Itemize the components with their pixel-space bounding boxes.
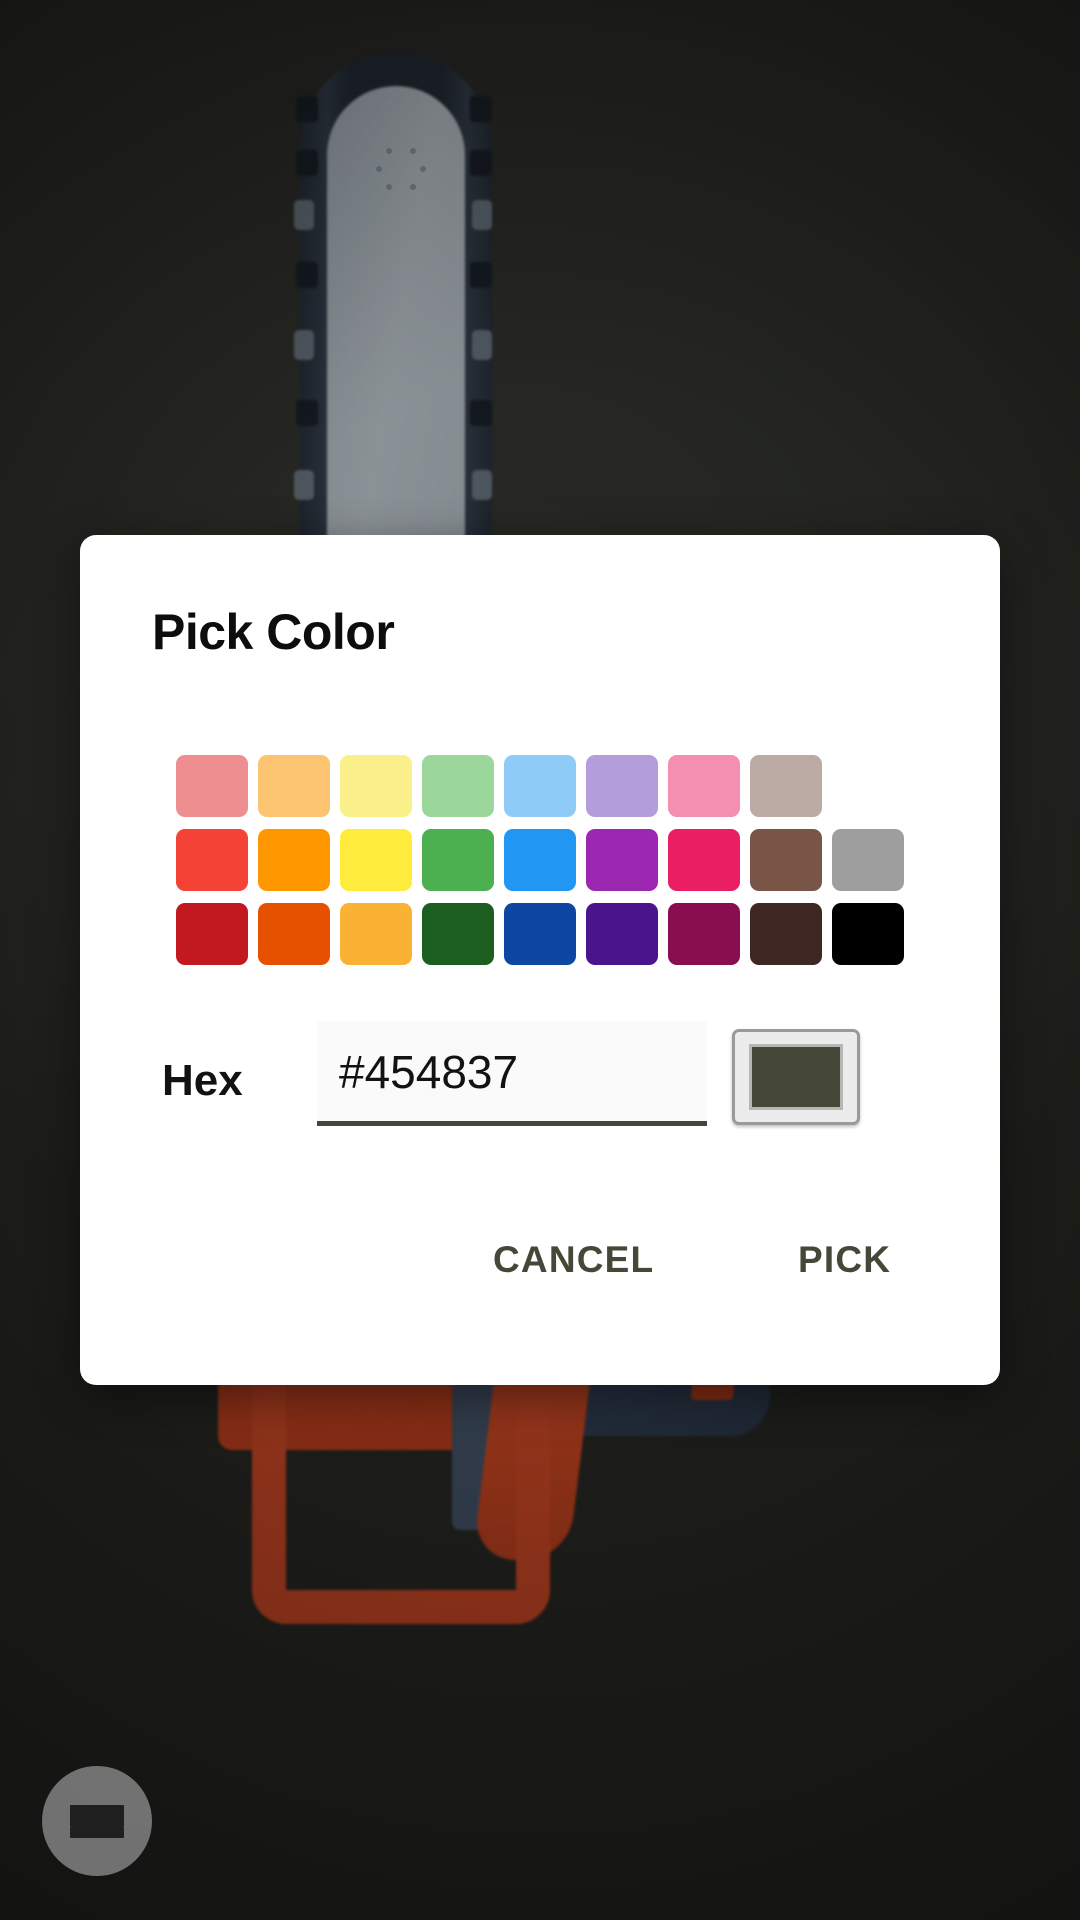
cancel-button[interactable]: CANCEL: [475, 1225, 672, 1295]
swatch-pastel-6[interactable]: [586, 755, 658, 817]
pick-color-dialog: Pick Color Hex #454837 CANCEL PICK: [80, 535, 1000, 1385]
hex-input-row: Hex: [162, 1022, 922, 1142]
swatch-dark-6[interactable]: [586, 903, 658, 965]
color-preview-swatch: [732, 1029, 860, 1125]
swatch-pastel-8[interactable]: [750, 755, 822, 817]
swatch-pastel-1[interactable]: [176, 755, 248, 817]
swatch-row-pastel: [176, 755, 916, 817]
swatch-dark-4[interactable]: [422, 903, 494, 965]
swatch-pastel-5[interactable]: [504, 755, 576, 817]
swatch-vivid-8[interactable]: [750, 829, 822, 891]
swatch-vivid-9[interactable]: [832, 829, 904, 891]
swatch-pastel-4[interactable]: [422, 755, 494, 817]
swatch-vivid-5[interactable]: [504, 829, 576, 891]
swatch-dark-1[interactable]: [176, 903, 248, 965]
color-swatch-grid: [176, 755, 916, 977]
menu-fab-button[interactable]: [42, 1766, 152, 1876]
swatch-vivid-2[interactable]: [258, 829, 330, 891]
swatch-vivid-7[interactable]: [668, 829, 740, 891]
hex-label: Hex: [162, 1056, 243, 1105]
hex-input[interactable]: [317, 1022, 707, 1126]
swatch-dark-8[interactable]: [750, 903, 822, 965]
swatch-vivid-4[interactable]: [422, 829, 494, 891]
swatch-dark-9[interactable]: [832, 903, 904, 965]
color-preview-fill: [749, 1044, 843, 1110]
swatch-vivid-1[interactable]: [176, 829, 248, 891]
pick-button[interactable]: PICK: [780, 1225, 909, 1295]
dialog-title: Pick Color: [152, 604, 395, 660]
dialog-actions: CANCEL PICK: [80, 1225, 1000, 1325]
swatch-pastel-3[interactable]: [340, 755, 412, 817]
hex-field-wrapper: [317, 1022, 707, 1142]
swatch-dark-7[interactable]: [668, 903, 740, 965]
swatch-vivid-6[interactable]: [586, 829, 658, 891]
swatch-row-vivid: [176, 829, 916, 891]
swatch-pastel-2[interactable]: [258, 755, 330, 817]
swatch-row-dark: [176, 903, 916, 965]
swatch-dark-3[interactable]: [340, 903, 412, 965]
swatch-dark-2[interactable]: [258, 903, 330, 965]
hamburger-icon: [70, 1804, 124, 1838]
swatch-vivid-3[interactable]: [340, 829, 412, 891]
swatch-dark-5[interactable]: [504, 903, 576, 965]
swatch-pastel-7[interactable]: [668, 755, 740, 817]
